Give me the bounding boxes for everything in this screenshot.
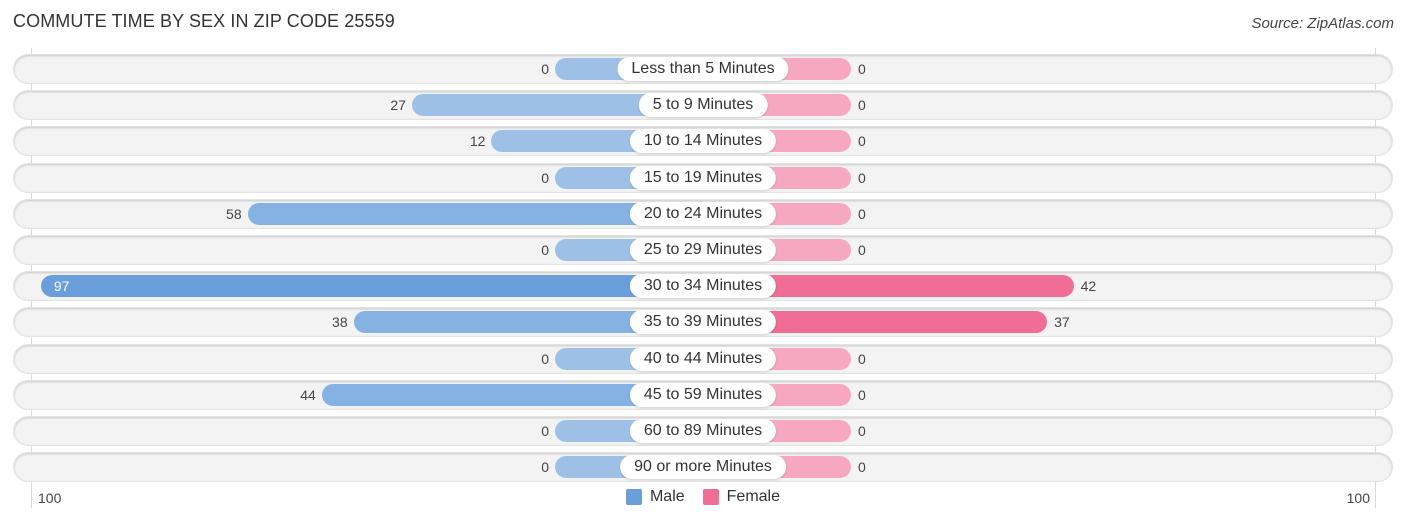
value-label-female: 0 bbox=[858, 350, 866, 367]
value-label-male: 0 bbox=[541, 350, 549, 367]
value-label-female: 37 bbox=[1054, 314, 1070, 331]
category-label: 5 to 9 Minutes bbox=[638, 93, 768, 118]
value-label-female: 0 bbox=[858, 205, 866, 222]
chart-title: COMMUTE TIME BY SEX IN ZIP CODE 25559 bbox=[13, 11, 395, 31]
value-label-male: 38 bbox=[332, 314, 348, 331]
value-label-female: 0 bbox=[858, 386, 866, 403]
category-label: 35 to 39 Minutes bbox=[629, 310, 777, 335]
category-label: 30 to 34 Minutes bbox=[629, 274, 777, 299]
value-label-male: 0 bbox=[541, 61, 549, 77]
value-label-female: 0 bbox=[858, 97, 866, 114]
value-label-female: 0 bbox=[858, 459, 866, 476]
value-label-male: 27 bbox=[390, 97, 406, 114]
value-label-male: 58 bbox=[226, 205, 242, 222]
category-label: 10 to 14 Minutes bbox=[629, 129, 777, 154]
legend-item-female[interactable]: Female bbox=[702, 488, 781, 506]
source-label: Source: ZipAtlas.com bbox=[1251, 15, 1394, 32]
value-label-male: 0 bbox=[541, 242, 549, 258]
category-label: Less than 5 Minutes bbox=[617, 57, 789, 81]
legend-swatch-male bbox=[625, 489, 642, 505]
value-label-female: 0 bbox=[858, 169, 866, 186]
category-label: 25 to 29 Minutes bbox=[629, 238, 777, 262]
value-label-male: 44 bbox=[300, 386, 316, 403]
category-label: 20 to 24 Minutes bbox=[629, 201, 777, 226]
value-label-female: 0 bbox=[858, 242, 866, 258]
value-label-male: 0 bbox=[541, 423, 549, 439]
category-label: 40 to 44 Minutes bbox=[629, 346, 777, 371]
value-label-female: 0 bbox=[858, 423, 866, 439]
category-label: 45 to 59 Minutes bbox=[629, 382, 777, 407]
legend: Male Female bbox=[0, 488, 1406, 506]
category-label: 60 to 89 Minutes bbox=[629, 419, 777, 443]
value-label-male: 97 bbox=[53, 278, 70, 295]
value-label-male: 12 bbox=[469, 133, 486, 150]
value-label-male: 0 bbox=[541, 169, 549, 186]
legend-label-female: Female bbox=[726, 488, 781, 505]
value-label-female: 42 bbox=[1080, 278, 1097, 295]
value-label-male: 0 bbox=[541, 459, 549, 476]
value-label-female: 0 bbox=[858, 61, 866, 77]
legend-swatch-female bbox=[702, 489, 719, 505]
bar-male[interactable] bbox=[40, 275, 703, 298]
category-label: 90 or more Minutes bbox=[620, 455, 786, 480]
category-label: 15 to 19 Minutes bbox=[629, 165, 777, 190]
legend-item-male[interactable]: Male bbox=[625, 488, 685, 506]
value-label-female: 0 bbox=[858, 133, 866, 150]
legend-label-male: Male bbox=[649, 488, 685, 505]
